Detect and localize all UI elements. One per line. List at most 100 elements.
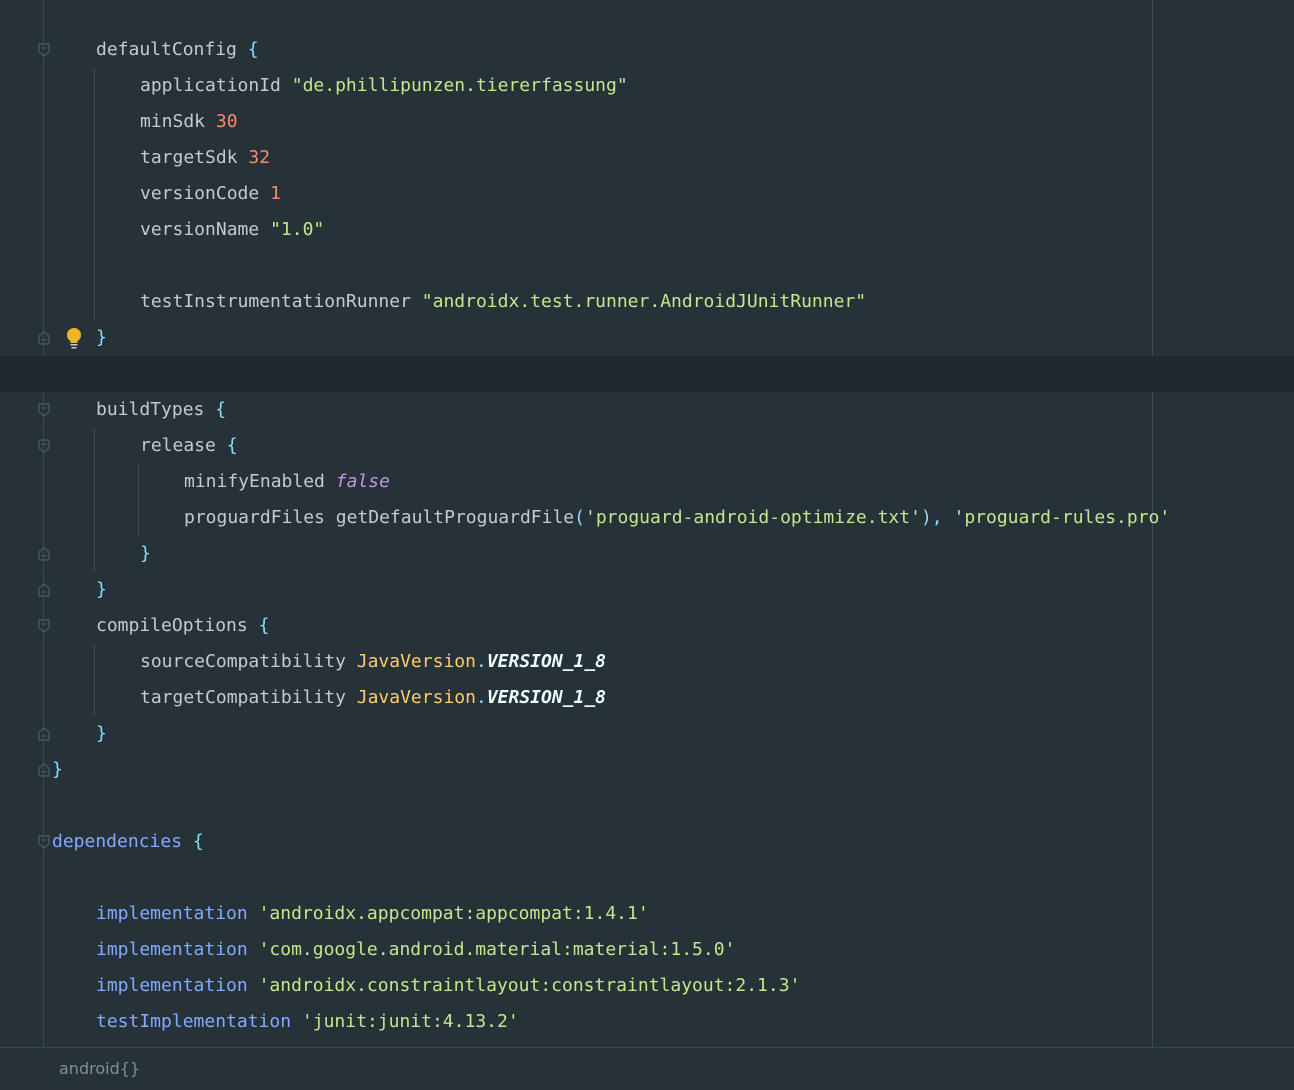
current-line-highlight[interactable] [0,356,1294,392]
code-line[interactable]: } [0,536,1294,572]
code-line[interactable]: proguardFiles getDefaultProguardFile('pr… [0,500,1294,536]
fold-marker-icon[interactable] [38,619,50,633]
code-line[interactable]: } [0,752,1294,788]
code-line[interactable]: sourceCompatibility JavaVersion.VERSION_… [0,644,1294,680]
code-text: implementation 'androidx.appcompat:appco… [96,896,649,932]
number-value: 30 [215,111,238,132]
indent-guide [94,212,95,248]
fold-end-marker-icon[interactable] [38,547,50,561]
lightbulb-icon[interactable] [63,326,85,350]
block-name: dependencies [52,831,183,852]
string-value: 'junit:junit:4.13.2' [301,1011,519,1032]
fold-end-marker-icon[interactable] [38,583,50,597]
fold-marker-icon[interactable] [38,439,50,453]
open-brace: { [226,435,238,456]
code-text: proguardFiles getDefaultProguardFile('pr… [184,500,1170,536]
indent-guide [94,464,95,500]
constant-value: VERSION_1_8 [486,687,607,708]
close-brace: } [96,327,107,348]
code-text: compileOptions { [96,608,269,644]
number-value: 1 [270,183,281,204]
code-line[interactable] [0,248,1294,284]
code-text: } [96,716,107,752]
dependency-keyword: implementation [96,939,248,960]
property-key: testInstrumentationRunner [140,291,411,312]
code-line[interactable]: release { [0,428,1294,464]
code-line[interactable]: implementation 'androidx.appcompat:appco… [0,896,1294,932]
indent-guide [138,500,139,536]
number-value: 32 [248,147,271,168]
open-paren: ( [574,507,585,528]
code-text: release { [140,428,238,464]
close-brace: } [52,759,63,780]
code-text: buildTypes { [96,392,226,428]
code-line[interactable]: testImplementation 'junit:junit:4.13.2' [0,1004,1294,1040]
property-key: targetCompatibility [140,687,346,708]
function-name: getDefaultProguardFile [335,507,575,528]
code-line[interactable]: versionCode 1 [0,176,1294,212]
code-text: applicationId "de.phillipunzen.tiererfas… [140,68,628,104]
fold-end-marker-icon[interactable] [38,727,50,741]
code-line[interactable]: minifyEnabled false [0,464,1294,500]
code-line[interactable]: implementation 'androidx.constraintlayou… [0,968,1294,1004]
indent-guide [94,68,95,104]
indent-guide [94,104,95,140]
fold-marker-icon[interactable] [38,403,50,417]
code-line[interactable]: defaultConfig { [0,32,1294,68]
code-text: sourceCompatibility JavaVersion.VERSION_… [140,644,606,680]
code-text: dependencies { [52,824,204,860]
class-name: JavaVersion [356,651,476,672]
code-line[interactable]: targetSdk 32 [0,140,1294,176]
code-text: implementation 'com.google.android.mater… [96,932,735,968]
open-brace: { [215,399,227,420]
close-paren: ), [920,507,943,528]
constant-value: VERSION_1_8 [486,651,607,672]
indent-guide [94,284,95,320]
code-line[interactable]: } [0,572,1294,608]
fold-end-marker-icon[interactable] [38,763,50,777]
property-key: minifyEnabled [184,471,325,492]
code-line[interactable]: implementation 'com.google.android.mater… [0,932,1294,968]
code-line[interactable]: } [0,716,1294,752]
breadcrumb[interactable]: android{} [59,1057,140,1081]
indent-guide [138,464,139,500]
code-line[interactable]: testInstrumentationRunner "androidx.test… [0,284,1294,320]
code-text: minSdk 30 [140,104,238,140]
code-line[interactable]: minSdk 30 [0,104,1294,140]
open-brace: { [258,615,270,636]
code-editor[interactable]: defaultConfig { applicationId "de.philli… [0,0,1294,1047]
indent-guide [94,428,95,464]
indent-guide [94,536,95,572]
close-brace: } [96,579,107,600]
block-name: buildTypes [96,399,205,420]
code-line[interactable]: buildTypes { [0,392,1294,428]
property-key: proguardFiles [184,507,325,528]
string-value: "de.phillipunzen.tiererfassung" [291,75,628,96]
code-line[interactable]: applicationId "de.phillipunzen.tiererfas… [0,68,1294,104]
code-text: } [96,320,107,356]
dependency-keyword: implementation [96,975,248,996]
property-key: targetSdk [140,147,238,168]
fold-marker-icon[interactable] [38,835,50,849]
code-line[interactable]: compileOptions { [0,608,1294,644]
block-name: defaultConfig [96,39,237,60]
breadcrumb-bar: android{} [0,1047,1294,1090]
code-text: testInstrumentationRunner "androidx.test… [140,284,866,320]
fold-marker-icon[interactable] [38,43,50,57]
string-value: 'androidx.appcompat:appcompat:1.4.1' [258,903,649,924]
fold-end-marker-icon[interactable] [38,331,50,345]
code-line[interactable]: targetCompatibility JavaVersion.VERSION_… [0,680,1294,716]
code-text: targetCompatibility JavaVersion.VERSION_… [140,680,606,716]
boolean-value: false [335,471,390,492]
string-value: "1.0" [270,219,325,240]
open-brace: { [192,831,204,852]
dependency-keyword: testImplementation [96,1011,292,1032]
code-line[interactable]: } [0,320,1294,356]
indent-guide [94,644,95,680]
property-key: versionCode [140,183,260,204]
indent-guide [94,176,95,212]
code-text: versionCode 1 [140,176,281,212]
code-line[interactable]: versionName "1.0" [0,212,1294,248]
dot: . [475,687,487,708]
code-line[interactable]: dependencies { [0,824,1294,860]
